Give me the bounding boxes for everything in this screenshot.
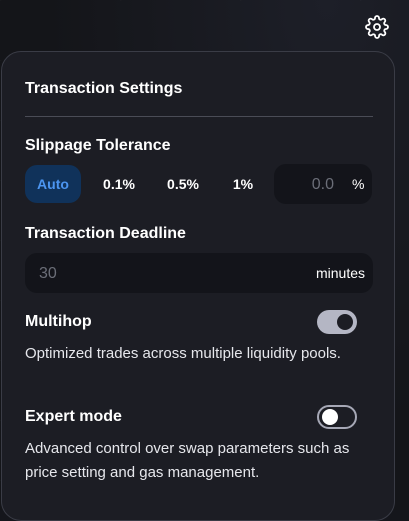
settings-button[interactable] [362, 12, 392, 42]
deadline-input[interactable] [37, 253, 241, 295]
deadline-label: Transaction Deadline [25, 225, 186, 242]
slippage-percent-unit: % [352, 176, 365, 192]
panel-title: Transaction Settings [25, 80, 183, 97]
deadline-unit: minutes [315, 265, 365, 281]
slippage-option-0-1[interactable]: 0.1% [91, 165, 147, 203]
slippage-label: Slippage Tolerance [25, 137, 171, 154]
divider [25, 116, 373, 117]
toggle-knob [337, 314, 353, 330]
transaction-settings-panel: Transaction Settings Slippage Tolerance … [1, 51, 395, 521]
expert-mode-toggle[interactable] [317, 405, 357, 429]
slippage-option-1[interactable]: 1% [217, 165, 269, 203]
multihop-description: Optimized trades across multiple liquidi… [25, 345, 341, 362]
expert-mode-description: Advanced control over swap parameters su… [25, 440, 350, 481]
gear-icon [365, 15, 389, 39]
custom-slippage-field: % [274, 164, 372, 206]
deadline-field: minutes [25, 253, 373, 295]
expert-mode-label: Expert mode [25, 408, 122, 425]
slippage-option-auto[interactable]: Auto [25, 165, 81, 203]
toggle-knob [322, 409, 338, 425]
slippage-option-0-5[interactable]: 0.5% [155, 165, 211, 203]
custom-slippage-input[interactable] [282, 164, 336, 206]
multihop-toggle[interactable] [317, 310, 357, 334]
multihop-label: Multihop [25, 313, 92, 330]
